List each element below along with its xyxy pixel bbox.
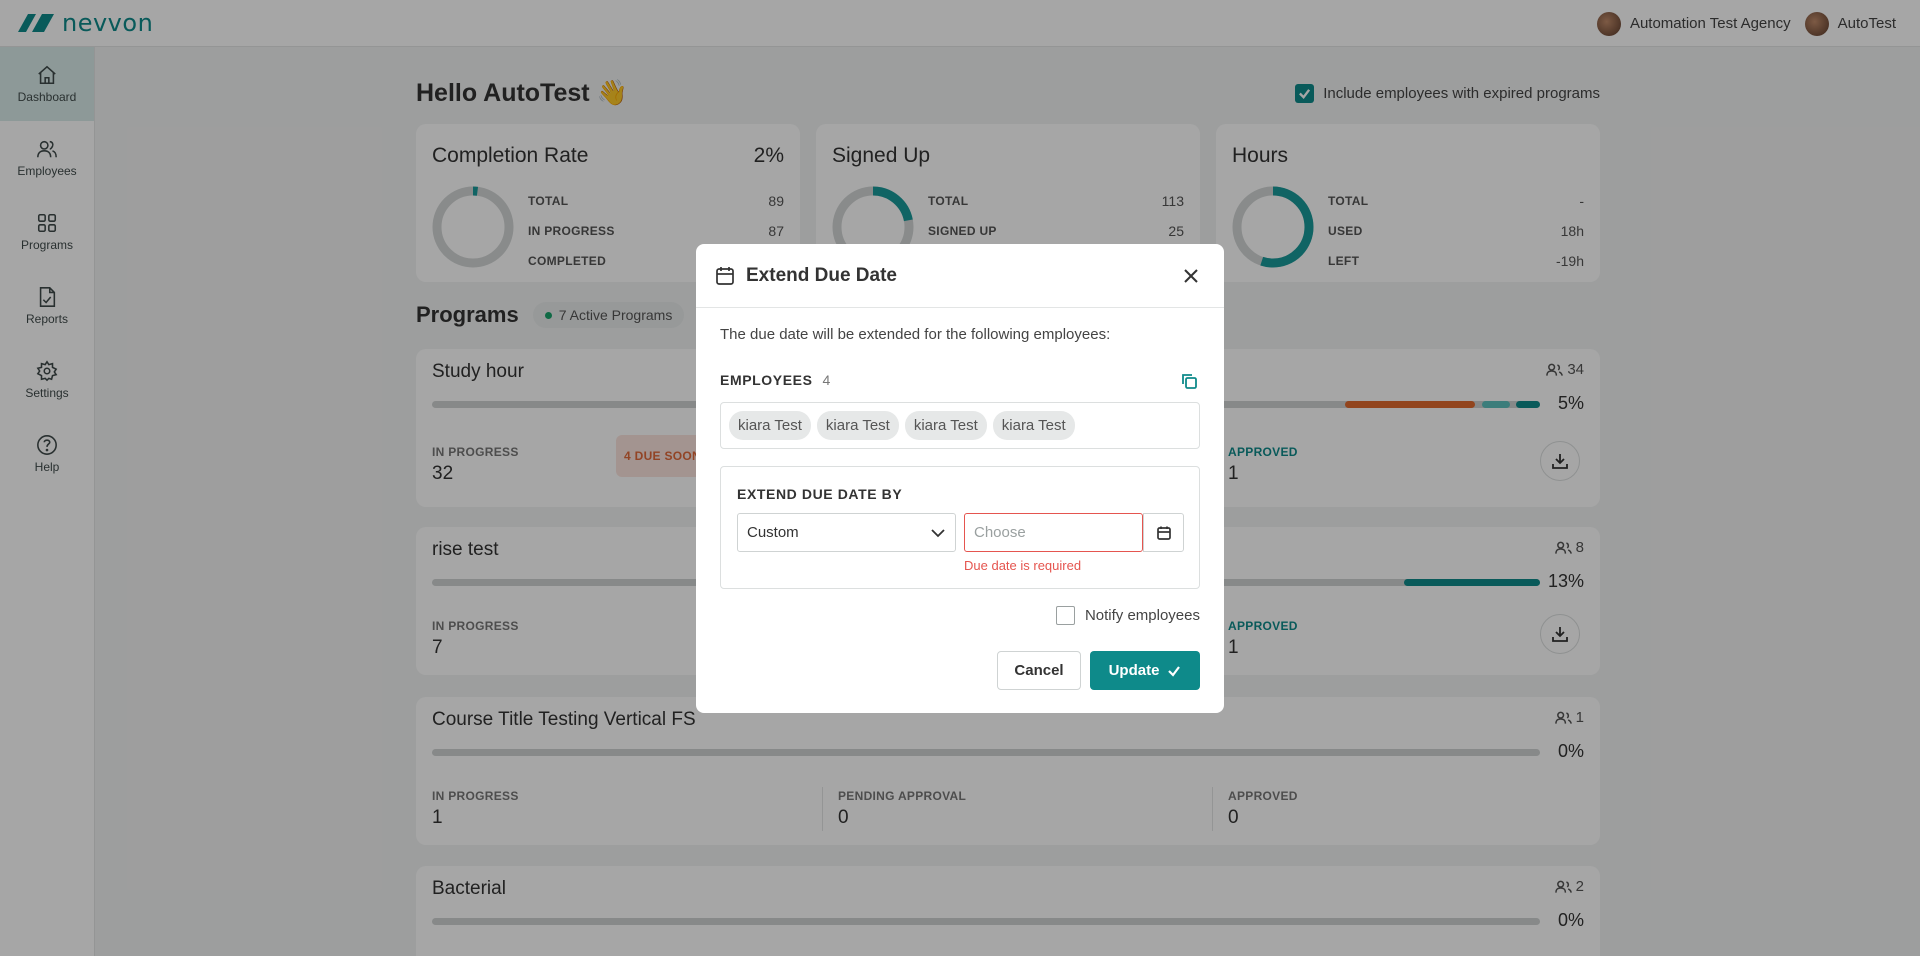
extend-due-date-dialog: Extend Due Date The due date will be ext…	[696, 244, 1224, 713]
extend-period-value: Custom	[747, 524, 799, 541]
notify-employees-toggle[interactable]: Notify employees	[1055, 606, 1200, 625]
due-date-input[interactable]	[964, 513, 1143, 552]
employee-chip: kiara Test	[816, 411, 899, 440]
notify-label: Notify employees	[1084, 607, 1200, 624]
dialog-header: Extend Due Date	[696, 244, 1224, 308]
update-button[interactable]: Update	[1090, 651, 1200, 690]
copy-icon	[1182, 374, 1197, 389]
extend-due-date-section: EXTEND DUE DATE BY Custom Due date is re…	[720, 466, 1200, 589]
dialog-description: The due date will be extended for the fo…	[720, 326, 1111, 343]
update-label: Update	[1108, 662, 1160, 679]
calendar-icon	[716, 266, 734, 285]
employee-chip: kiara Test	[904, 411, 987, 440]
employees-count: 4	[822, 372, 831, 388]
extend-label: EXTEND DUE DATE BY	[737, 486, 903, 502]
employees-heading: EMPLOYEES 4	[720, 372, 831, 388]
employees-label: EMPLOYEES	[720, 372, 813, 388]
check-icon	[1168, 665, 1181, 677]
close-button[interactable]	[1180, 265, 1202, 287]
cancel-button[interactable]: Cancel	[997, 651, 1081, 690]
employee-chip: kiara Test	[729, 411, 811, 440]
date-picker-button[interactable]	[1143, 513, 1184, 552]
cancel-label: Cancel	[1014, 662, 1064, 679]
chevron-down-icon	[931, 528, 945, 537]
due-date-error: Due date is required	[964, 558, 1082, 573]
employee-chips: kiara Test kiara Test kiara Test kiara T…	[720, 402, 1200, 449]
calendar-icon	[1156, 526, 1171, 540]
dialog-title: Extend Due Date	[746, 264, 897, 286]
notify-checkbox[interactable]	[1055, 606, 1075, 625]
close-icon	[1184, 269, 1198, 283]
extend-period-select[interactable]: Custom	[737, 513, 956, 552]
employee-chip: kiara Test	[992, 411, 1075, 440]
copy-button[interactable]	[1180, 372, 1198, 390]
